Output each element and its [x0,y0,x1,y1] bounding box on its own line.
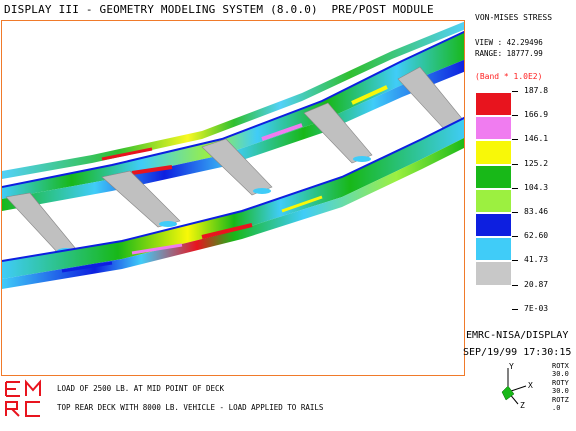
legend-band-swatch [476,262,511,285]
legend-level-label: 41.73 [524,255,549,265]
roty-label: ROTY [552,379,569,387]
legend-tick [512,91,518,92]
legend-tick [512,163,518,165]
legend-level-label: 104.3 [524,182,549,192]
legend-tick [512,139,518,141]
legend-level-label: 125.2 [524,158,549,168]
axis-triad: Y X Z [501,362,533,410]
legend-level-label: 62.60 [524,231,549,241]
legend-level-label: 146.1 [524,134,549,144]
legend-band-swatch [476,117,511,140]
legend-band-swatch [476,214,511,237]
legend-tick [512,212,518,213]
legend-tick [512,260,518,262]
axis-y-label: Y [509,362,514,371]
legend-range: RANGE: 18777.99 [475,49,543,58]
legend-tick [512,308,518,310]
legend-level-label: 20.87 [524,279,549,289]
legend-band-scale: (Band * 1.0E2) [475,72,543,81]
legend-level-label: 7E-03 [524,303,549,313]
caption-description: TOP REAR DECK WITH 8000 LB. VEHICLE - LO… [57,403,324,412]
roty-value: 30.0 [552,387,569,395]
rotz-value: .0 [552,404,561,412]
legend-tick [512,284,518,286]
legend-view: VIEW : 42.29496 [475,38,543,47]
rotx-value: 30.0 [552,370,569,378]
legend-band-swatch [476,141,511,164]
rotz-label: ROTZ [552,396,569,404]
legend-band-swatch [476,93,511,116]
brand-label: EMRC-NISA/DISPLAY [466,330,569,341]
legend-tick [512,115,518,117]
deck-stress-plot [2,21,464,289]
legend-band-swatch [476,165,511,188]
rotx-label: ROTX [552,362,569,370]
emrc-logo [5,379,41,417]
legend-level-label: 83.46 [524,207,549,216]
legend-band-swatch [476,189,511,212]
axis-x-label: X [528,381,533,390]
timestamp: SEP/19/99 17:30:15 [463,347,572,358]
window-title: DISPLAY III - GEOMETRY MODELING SYSTEM (… [4,3,434,16]
legend-level-label: 166.9 [524,110,549,120]
legend-band-swatch [476,238,511,261]
model-viewport[interactable] [1,20,465,376]
legend-tick [512,187,518,189]
legend-tick [512,236,518,238]
legend-title: VON-MISES STRESS [475,13,553,22]
axis-z-label: Z [520,401,525,410]
caption-load: LOAD OF 2500 LB. AT MID POINT OF DECK [57,384,225,393]
legend-level-label: 187.8 [524,86,549,95]
